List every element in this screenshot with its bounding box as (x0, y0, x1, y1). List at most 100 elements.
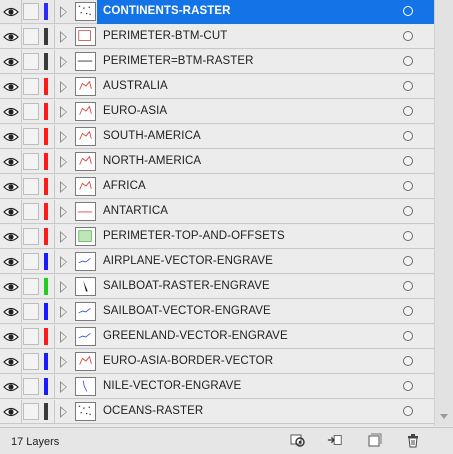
visibility-toggle[interactable] (0, 0, 22, 24)
layer-name[interactable]: SOUTH-AMERICA (103, 130, 201, 142)
eye-icon[interactable] (3, 231, 19, 243)
lock-toggle[interactable] (23, 3, 39, 20)
layer-row[interactable]: SAILBOAT-RASTER-ENGRAVE (0, 275, 434, 299)
expand-triangle-icon[interactable] (60, 31, 67, 43)
visibility-toggle[interactable] (0, 50, 22, 74)
scrollbar[interactable] (434, 0, 453, 426)
eye-icon[interactable] (3, 206, 19, 218)
eye-icon[interactable] (3, 356, 19, 368)
expand-triangle-icon[interactable] (60, 81, 67, 93)
lock-toggle[interactable] (23, 103, 39, 120)
target-circle-icon[interactable] (403, 231, 413, 241)
target-circle-icon[interactable] (403, 356, 413, 366)
layer-name[interactable]: SAILBOAT-RASTER-ENGRAVE (103, 280, 270, 292)
expand-triangle-icon[interactable] (60, 231, 67, 243)
layer-row[interactable]: PERIMETER=BTM-RASTER (0, 50, 434, 74)
layer-name[interactable]: AIRPLANE-VECTOR-ENGRAVE (103, 255, 273, 267)
visibility-toggle[interactable] (0, 350, 22, 374)
visibility-toggle[interactable] (0, 100, 22, 124)
layer-row[interactable]: OCEANS-RASTER (0, 400, 434, 424)
layer-name[interactable]: NILE-VECTOR-ENGRAVE (103, 380, 241, 392)
lock-toggle[interactable] (23, 78, 39, 95)
layer-row[interactable]: EURO-ASIA (0, 100, 434, 124)
lock-toggle[interactable] (23, 228, 39, 245)
lock-toggle[interactable] (23, 153, 39, 170)
visibility-toggle[interactable] (0, 150, 22, 174)
layer-name[interactable]: PERIMETER-TOP-AND-OFFSETS (103, 230, 285, 242)
target-circle-icon[interactable] (403, 406, 413, 416)
eye-icon[interactable] (3, 156, 19, 168)
target-circle-icon[interactable] (403, 206, 413, 216)
layer-name[interactable]: ANTARTICA (103, 205, 168, 217)
target-circle-icon[interactable] (403, 156, 413, 166)
layer-row[interactable]: NORTH-AMERICA (0, 150, 434, 174)
target-circle-icon[interactable] (403, 331, 413, 341)
eye-icon[interactable] (3, 131, 19, 143)
visibility-toggle[interactable] (0, 400, 22, 424)
target-circle-icon[interactable] (403, 81, 413, 91)
lock-toggle[interactable] (23, 378, 39, 395)
layer-row[interactable]: PERIMETER-TOP-AND-OFFSETS (0, 225, 434, 249)
lock-toggle[interactable] (23, 178, 39, 195)
expand-triangle-icon[interactable] (60, 6, 67, 18)
visibility-toggle[interactable] (0, 300, 22, 324)
layer-row[interactable]: GREENLAND-VECTOR-ENGRAVE (0, 325, 434, 349)
lock-toggle[interactable] (23, 53, 39, 70)
lock-toggle[interactable] (23, 203, 39, 220)
layer-row[interactable]: AFRICA (0, 175, 434, 199)
eye-icon[interactable] (3, 306, 19, 318)
expand-triangle-icon[interactable] (60, 281, 67, 293)
eye-icon[interactable] (3, 281, 19, 293)
layer-name[interactable]: EURO-ASIA (103, 105, 167, 117)
target-circle-icon[interactable] (403, 106, 413, 116)
layer-row[interactable]: ANTARTICA (0, 200, 434, 224)
layer-name[interactable]: PERIMETER-BTM-CUT (103, 30, 227, 42)
visibility-toggle[interactable] (0, 75, 22, 99)
eye-icon[interactable] (3, 331, 19, 343)
eye-icon[interactable] (3, 256, 19, 268)
visibility-toggle[interactable] (0, 250, 22, 274)
expand-triangle-icon[interactable] (60, 406, 67, 418)
expand-triangle-icon[interactable] (60, 106, 67, 118)
layer-row[interactable]: AUSTRALIA (0, 75, 434, 99)
visibility-toggle[interactable] (0, 175, 22, 199)
layer-name[interactable]: EURO-ASIA-BORDER-VECTOR (103, 355, 273, 367)
layer-row[interactable]: SOUTH-AMERICA (0, 125, 434, 149)
layer-name[interactable]: PERIMETER=BTM-RASTER (103, 55, 254, 67)
layer-name[interactable]: GREENLAND-VECTOR-ENGRAVE (103, 330, 288, 342)
layer-row[interactable]: SAILBOAT-VECTOR-ENGRAVE (0, 300, 434, 324)
layer-row[interactable]: EURO-ASIA-BORDER-VECTOR (0, 350, 434, 374)
expand-triangle-icon[interactable] (60, 131, 67, 143)
scroll-down-arrow-icon[interactable] (440, 414, 448, 419)
trash-icon[interactable] (405, 433, 421, 448)
layer-name[interactable]: NORTH-AMERICA (103, 155, 201, 167)
target-circle-icon[interactable] (403, 31, 413, 41)
expand-triangle-icon[interactable] (60, 181, 67, 193)
create-sublayer-icon[interactable] (366, 433, 382, 448)
eye-icon[interactable] (3, 406, 19, 418)
layer-name[interactable]: AFRICA (103, 180, 146, 192)
target-circle-icon[interactable] (403, 56, 413, 66)
visibility-toggle[interactable] (0, 125, 22, 149)
lock-toggle[interactable] (23, 28, 39, 45)
layer-row[interactable]: AIRPLANE-VECTOR-ENGRAVE (0, 250, 434, 274)
expand-triangle-icon[interactable] (60, 56, 67, 68)
visibility-toggle[interactable] (0, 275, 22, 299)
expand-triangle-icon[interactable] (60, 381, 67, 393)
lock-toggle[interactable] (23, 328, 39, 345)
eye-icon[interactable] (3, 381, 19, 393)
layer-name[interactable]: CONTINENTS-RASTER (103, 5, 231, 17)
expand-triangle-icon[interactable] (60, 206, 67, 218)
make-clipping-mask-icon[interactable] (327, 433, 343, 448)
layer-name[interactable]: OCEANS-RASTER (103, 405, 203, 417)
eye-icon[interactable] (3, 6, 19, 18)
expand-triangle-icon[interactable] (60, 331, 67, 343)
target-circle-icon[interactable] (403, 6, 413, 16)
lock-toggle[interactable] (23, 253, 39, 270)
layer-name[interactable]: AUSTRALIA (103, 80, 168, 92)
layer-name[interactable]: SAILBOAT-VECTOR-ENGRAVE (103, 305, 271, 317)
lock-toggle[interactable] (23, 403, 39, 420)
visibility-toggle[interactable] (0, 200, 22, 224)
lock-toggle[interactable] (23, 353, 39, 370)
target-circle-icon[interactable] (403, 381, 413, 391)
